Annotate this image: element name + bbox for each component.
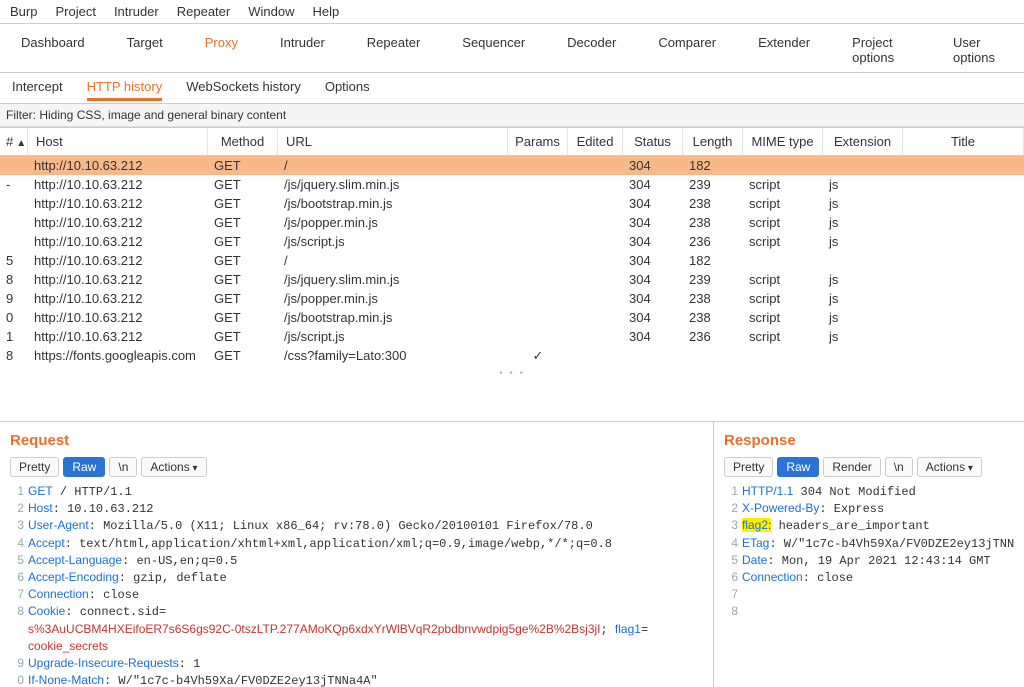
col-edited[interactable]: Edited — [568, 128, 623, 155]
pretty-button[interactable]: Pretty — [10, 457, 59, 477]
table-row[interactable]: http://10.10.63.212GET/304182 — [0, 156, 1024, 175]
col-#[interactable]: #▲ — [0, 128, 28, 155]
response-title: Response — [724, 432, 1014, 449]
col-method[interactable]: Method — [208, 128, 278, 155]
table-row[interactable]: 5http://10.10.63.212GET/304182 — [0, 251, 1024, 270]
table-row[interactable]: http://10.10.63.212GET/js/script.js30423… — [0, 232, 1024, 251]
raw-button[interactable]: Raw — [777, 457, 819, 477]
tab-decoder[interactable]: Decoder — [546, 28, 637, 72]
render-button[interactable]: Render — [823, 457, 880, 477]
split-handle[interactable]: • • • — [0, 366, 1024, 381]
request-title: Request — [10, 432, 703, 449]
col-host[interactable]: Host — [28, 128, 208, 155]
tab-target[interactable]: Target — [106, 28, 184, 72]
menu-intruder[interactable]: Intruder — [114, 4, 159, 19]
subtab-options[interactable]: Options — [325, 79, 370, 101]
tab-intruder[interactable]: Intruder — [259, 28, 346, 72]
menu-window[interactable]: Window — [248, 4, 294, 19]
menubar: Burp Project Intruder Repeater Window Help — [0, 0, 1024, 24]
subtab-intercept[interactable]: Intercept — [12, 79, 63, 101]
tab-project-options[interactable]: Project options — [831, 28, 932, 72]
raw-button[interactable]: Raw — [63, 457, 105, 477]
col-title[interactable]: Title — [903, 128, 1024, 155]
col-mime-type[interactable]: MIME type — [743, 128, 823, 155]
response-buttons: Pretty Raw Render \n Actions — [724, 457, 1014, 477]
tab-repeater[interactable]: Repeater — [346, 28, 441, 72]
col-extension[interactable]: Extension — [823, 128, 903, 155]
table-row[interactable]: http://10.10.63.212GET/js/bootstrap.min.… — [0, 194, 1024, 213]
newline-button[interactable]: \n — [885, 457, 913, 477]
col-status[interactable]: Status — [623, 128, 683, 155]
actions-button[interactable]: Actions — [917, 457, 982, 477]
table-row[interactable]: -http://10.10.63.212GET/js/jquery.slim.m… — [0, 175, 1024, 194]
response-panel: Response Pretty Raw Render \n Actions 1H… — [714, 422, 1024, 687]
menu-repeater[interactable]: Repeater — [177, 4, 230, 19]
subtab-websockets-history[interactable]: WebSockets history — [186, 79, 301, 101]
table-row[interactable]: http://10.10.63.212GET/js/popper.min.js3… — [0, 213, 1024, 232]
table-row[interactable]: 0http://10.10.63.212GET/js/bootstrap.min… — [0, 308, 1024, 327]
pretty-button[interactable]: Pretty — [724, 457, 773, 477]
table-row[interactable]: 9http://10.10.63.212GET/js/popper.min.js… — [0, 289, 1024, 308]
table-row[interactable]: 8https://fonts.googleapis.comGET/css?fam… — [0, 346, 1024, 366]
col-length[interactable]: Length — [683, 128, 743, 155]
tab-sequencer[interactable]: Sequencer — [441, 28, 546, 72]
menu-project[interactable]: Project — [55, 4, 95, 19]
history-table-body: http://10.10.63.212GET/304182-http://10.… — [0, 156, 1024, 366]
col-params[interactable]: Params — [508, 128, 568, 155]
table-row[interactable]: 1http://10.10.63.212GET/js/script.js3042… — [0, 327, 1024, 346]
response-body[interactable]: 1HTTP/1.1 304 Not Modified 2X-Powered-By… — [724, 483, 1014, 621]
proxy-tabs: Intercept HTTP history WebSockets history O… — [0, 73, 1024, 104]
tab-proxy[interactable]: Proxy — [184, 28, 259, 72]
subtab-http-history[interactable]: HTTP history — [87, 79, 163, 101]
tab-extender[interactable]: Extender — [737, 28, 831, 72]
request-body[interactable]: 1GET / HTTP/1.1 2Host: 10.10.63.212 3Use… — [10, 483, 703, 687]
newline-button[interactable]: \n — [109, 457, 137, 477]
table-row[interactable]: 8http://10.10.63.212GET/js/jquery.slim.m… — [0, 270, 1024, 289]
tab-user-options[interactable]: User options — [932, 28, 1024, 72]
col-url[interactable]: URL — [278, 128, 508, 155]
history-table-header: #▲HostMethodURLParamsEditedStatusLengthM… — [0, 127, 1024, 156]
main-tabs: DashboardTargetProxyIntruderRepeaterSequ… — [0, 24, 1024, 73]
menu-burp[interactable]: Burp — [10, 4, 37, 19]
request-panel: Request Pretty Raw \n Actions 1GET / HTT… — [0, 422, 714, 687]
menu-help[interactable]: Help — [312, 4, 339, 19]
tab-comparer[interactable]: Comparer — [637, 28, 737, 72]
tab-dashboard[interactable]: Dashboard — [0, 28, 106, 72]
filter-bar[interactable]: Filter: Hiding CSS, image and general bi… — [0, 104, 1024, 127]
request-buttons: Pretty Raw \n Actions — [10, 457, 703, 477]
actions-button[interactable]: Actions — [141, 457, 206, 477]
